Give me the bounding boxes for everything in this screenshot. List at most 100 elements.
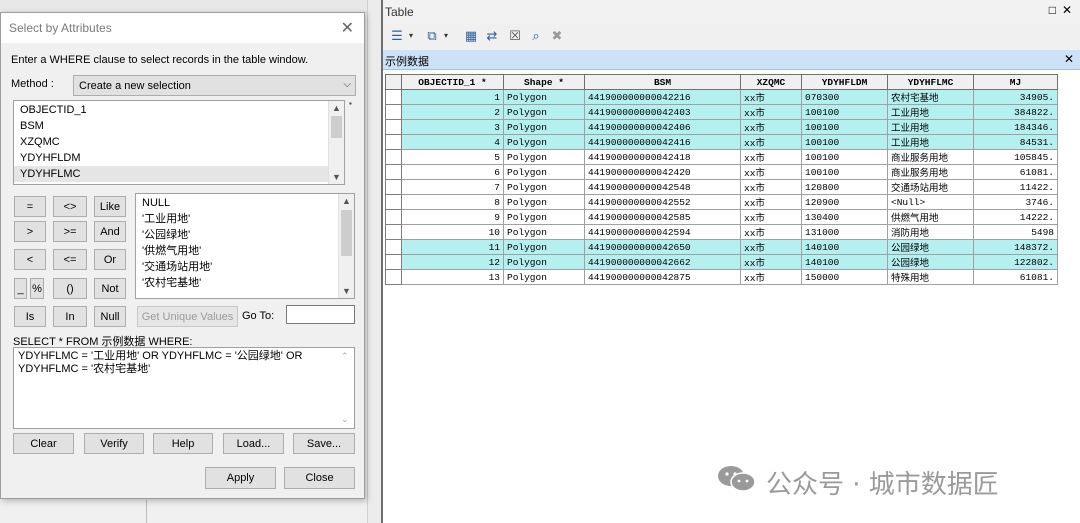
table-cell[interactable]: 1	[401, 89, 504, 105]
value-list-item[interactable]: '公园绿地'	[136, 227, 354, 243]
field-list-item[interactable]: XZQMC	[14, 134, 344, 150]
table-cell[interactable]: 100100	[801, 119, 888, 135]
table-cell[interactable]: 140100	[801, 239, 888, 255]
table-row[interactable]: 13 Polygon 441900000000042875 xx市 150000 特殊用地…	[385, 269, 1058, 285]
table-cell[interactable]: xx市	[740, 119, 802, 135]
table-row[interactable]: 5 Polygon 441900000000042418 xx市 100100 商业服务用…	[385, 149, 1058, 165]
table-cell[interactable]: 122802.	[973, 254, 1058, 270]
table-cell[interactable]: 184346.	[973, 119, 1058, 135]
table-cell[interactable]: 100100	[801, 104, 888, 120]
table-cell[interactable]: 441900000000042585	[584, 209, 741, 225]
operator-null-button[interactable]: Null	[94, 306, 126, 327]
table-cell[interactable]: 工业用地	[887, 104, 974, 120]
scroll-down-icon[interactable]: ⌄	[341, 413, 349, 426]
field-list-item[interactable]: OBJECTID_1	[14, 102, 344, 118]
save-button[interactable]: Save...	[293, 433, 355, 454]
table-cell[interactable]: 3	[401, 119, 504, 135]
unique-values-list[interactable]: NULL '工业用地' '公园绿地' '供燃气用地' '交通场站用地' '农村宅基地' ▲…	[135, 193, 355, 299]
column-header[interactable]: Shape *	[503, 74, 585, 90]
table-row[interactable]: 6 Polygon 441900000000042420 xx市 100100 商业服务用…	[385, 164, 1058, 180]
scroll-down-icon[interactable]: ▼	[342, 286, 351, 296]
table-cell[interactable]: 441900000000042420	[584, 164, 741, 180]
row-selector[interactable]	[385, 239, 402, 255]
row-selector[interactable]	[385, 134, 402, 150]
table-cell[interactable]: 4	[401, 134, 504, 150]
table-cell[interactable]: 441900000000042216	[584, 89, 741, 105]
operator-like-button[interactable]: Like	[94, 196, 126, 217]
table-cell[interactable]: 13	[401, 269, 504, 285]
method-dropdown[interactable]: Create a new selection ⌵	[73, 75, 356, 96]
table-row[interactable]: 9 Polygon 441900000000042585 xx市 130400 供燃气用地…	[385, 209, 1058, 225]
table-cell[interactable]: 商业服务用地	[887, 164, 974, 180]
table-cell[interactable]: 2	[401, 104, 504, 120]
table-row[interactable]: 3 Polygon 441900000000042406 xx市 100100 工业用地 1…	[385, 119, 1058, 135]
table-cell[interactable]: 441900000000042650	[584, 239, 741, 255]
table-cell[interactable]: 公园绿地	[887, 254, 974, 270]
table-cell[interactable]: 105845.	[973, 149, 1058, 165]
tab-sample-data[interactable]: 示例数据	[385, 53, 429, 69]
table-cell[interactable]: 3746.	[973, 194, 1058, 210]
field-list[interactable]: OBJECTID_1 BSM XZQMC YDYHFLDM YDYHFLMC ▲ ▼	[13, 100, 345, 185]
table-cell[interactable]: 5	[401, 149, 504, 165]
dialog-titlebar[interactable]: Select by Attributes ✕	[1, 13, 364, 43]
table-cell[interactable]: 384822.	[973, 104, 1058, 120]
where-clause-textarea[interactable]: YDYHFLMC = '工业用地' OR YDYHFLMC = '公园绿地' O…	[13, 347, 355, 429]
row-selector[interactable]	[385, 89, 402, 105]
row-selector[interactable]	[385, 164, 402, 180]
scroll-thumb[interactable]	[331, 116, 342, 138]
table-cell[interactable]: 61081.	[973, 164, 1058, 180]
operator-underscore-button[interactable]: _	[14, 278, 27, 299]
table-cell[interactable]: 84531.	[973, 134, 1058, 150]
row-selector[interactable]	[385, 224, 402, 240]
table-cell[interactable]: 12	[401, 254, 504, 270]
apply-button[interactable]: Apply	[205, 467, 276, 489]
table-cell[interactable]: xx市	[740, 194, 802, 210]
table-row[interactable]: 10 Polygon 441900000000042594 xx市 131000 消防用地…	[385, 224, 1058, 240]
scroll-up-icon[interactable]: ⌃	[341, 350, 349, 363]
sql-scrollbar[interactable]: ⌃ ⌄	[338, 348, 354, 428]
table-cell[interactable]: 148372.	[973, 239, 1058, 255]
table-cell[interactable]: Polygon	[503, 104, 585, 120]
resize-handle-icon[interactable]: ▪	[349, 99, 352, 108]
table-cell[interactable]: 5498	[973, 224, 1058, 240]
table-row[interactable]: 4 Polygon 441900000000042416 xx市 100100 工业用地 8…	[385, 134, 1058, 150]
table-cell[interactable]: 商业服务用地	[887, 149, 974, 165]
table-cell[interactable]: 441900000000042406	[584, 119, 741, 135]
delete-selected-icon[interactable]: ✖	[549, 28, 565, 44]
operator-less-button[interactable]: <	[14, 249, 46, 270]
column-header[interactable]: XZQMC	[740, 74, 802, 90]
table-cell[interactable]: 61081.	[973, 269, 1058, 285]
table-cell[interactable]: 34905.	[973, 89, 1058, 105]
close-button[interactable]: Close	[284, 467, 355, 489]
close-icon[interactable]: ✕	[1064, 52, 1074, 66]
table-cell[interactable]: 441900000000042662	[584, 254, 741, 270]
table-cell[interactable]: 8	[401, 194, 504, 210]
table-row[interactable]: 12 Polygon 441900000000042662 xx市 140100 公园绿地…	[385, 254, 1058, 270]
table-cell[interactable]: Polygon	[503, 194, 585, 210]
chevron-down-icon[interactable]: ▾	[438, 28, 454, 44]
table-cell[interactable]: 11422.	[973, 179, 1058, 195]
zoom-to-selected-icon[interactable]: ⌕	[528, 28, 544, 44]
table-cell[interactable]: 130400	[801, 209, 888, 225]
table-cell[interactable]: 120800	[801, 179, 888, 195]
table-cell[interactable]: 441900000000042594	[584, 224, 741, 240]
table-cell[interactable]: Polygon	[503, 179, 585, 195]
table-cell[interactable]: xx市	[740, 254, 802, 270]
table-cell[interactable]: Polygon	[503, 164, 585, 180]
values-list-scrollbar[interactable]: ▲ ▼	[338, 194, 354, 298]
row-selector[interactable]	[385, 104, 402, 120]
table-cell[interactable]: 6	[401, 164, 504, 180]
table-cell[interactable]: Polygon	[503, 134, 585, 150]
switch-selection-icon[interactable]: ⇄	[484, 28, 500, 44]
table-cell[interactable]: xx市	[740, 209, 802, 225]
table-cell[interactable]: 特殊用地	[887, 269, 974, 285]
table-cell[interactable]: xx市	[740, 104, 802, 120]
clear-button[interactable]: Clear	[13, 433, 74, 454]
row-selector[interactable]	[385, 119, 402, 135]
table-cell[interactable]: 农村宅基地	[887, 89, 974, 105]
table-cell[interactable]: 工业用地	[887, 119, 974, 135]
table-row[interactable]: 1 Polygon 441900000000042216 xx市 070300 农村宅基地…	[385, 89, 1058, 105]
goto-input[interactable]	[286, 305, 355, 324]
table-cell[interactable]: xx市	[740, 224, 802, 240]
table-cell[interactable]: Polygon	[503, 89, 585, 105]
